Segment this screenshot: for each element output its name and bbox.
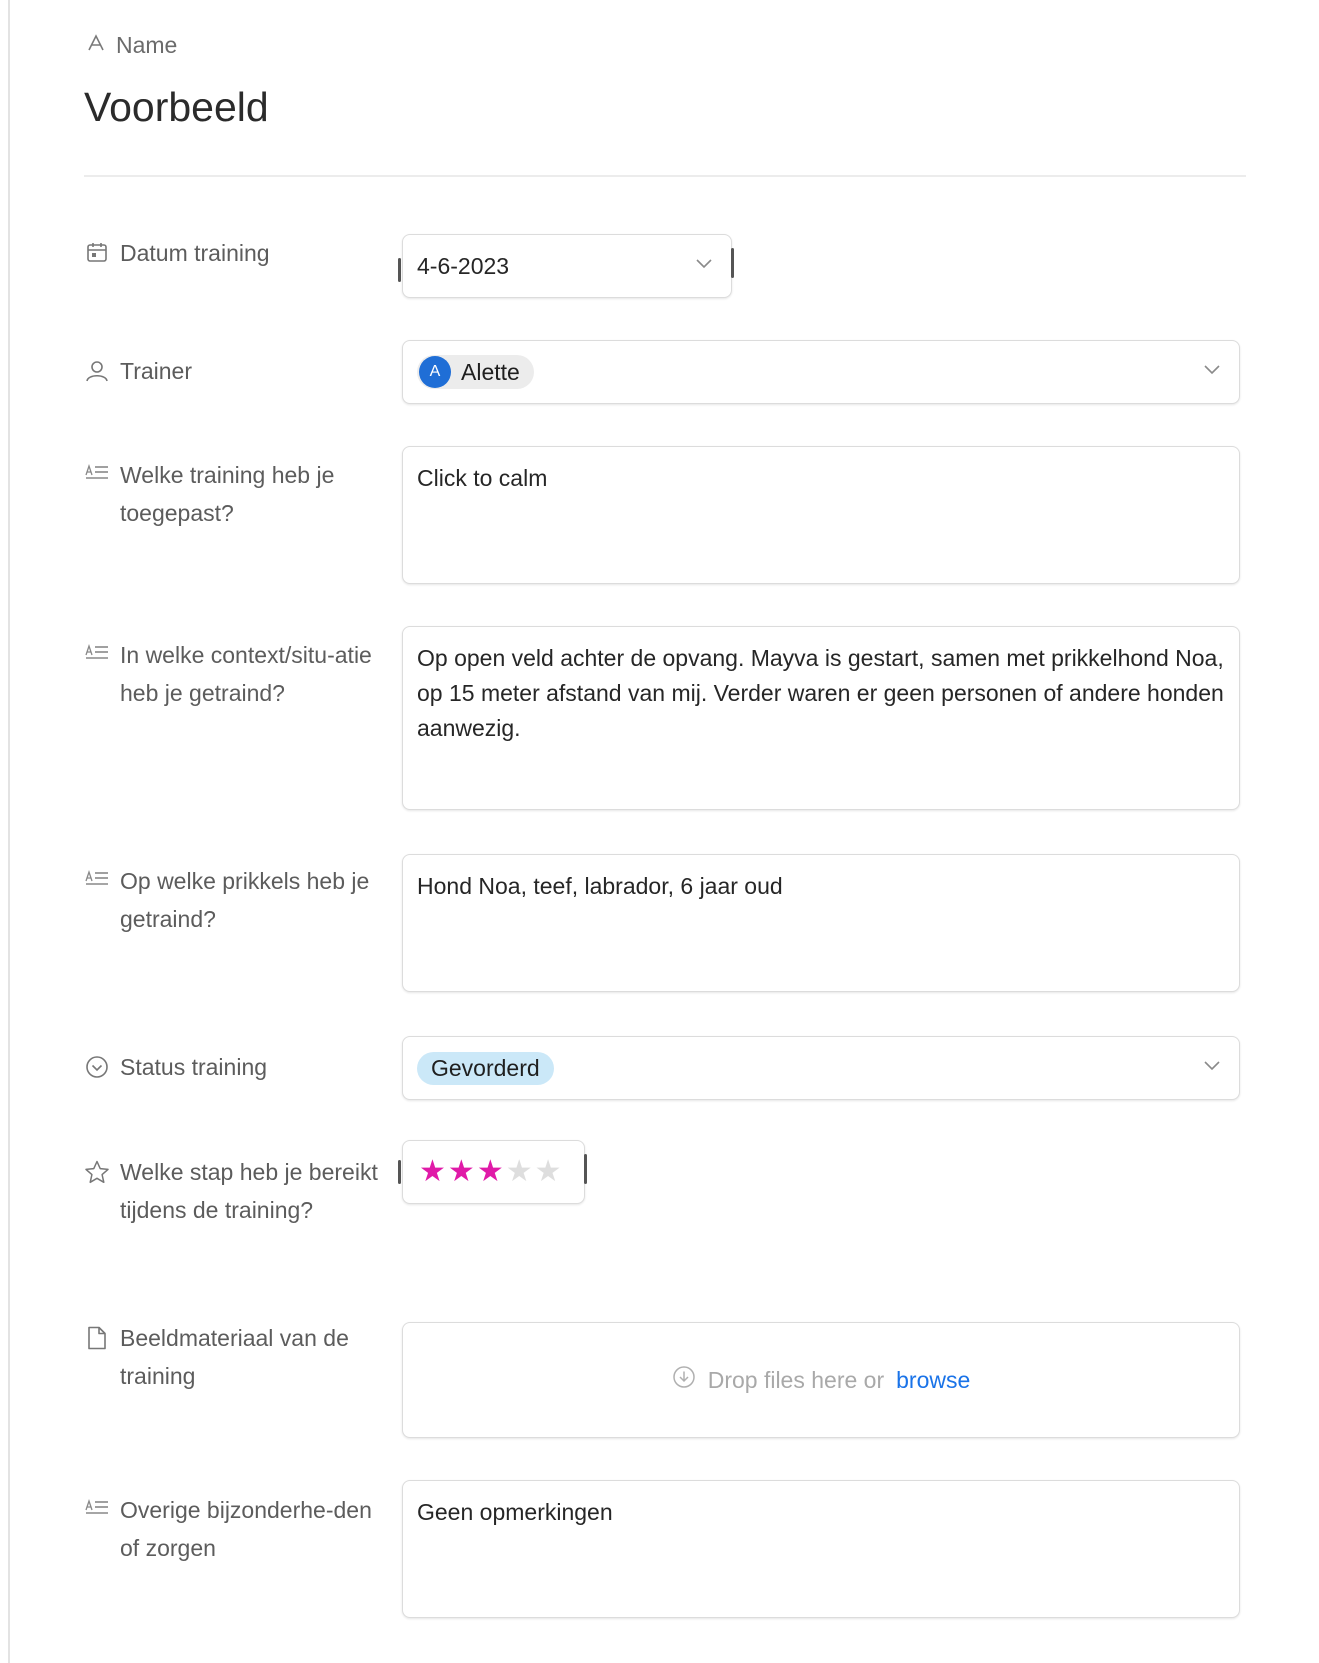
- rating-input[interactable]: ★ ★ ★ ★ ★: [402, 1140, 585, 1204]
- long-text-icon: [84, 862, 110, 938]
- other-label: Overige bijzonderhe-den of zorgen: [84, 1491, 384, 1567]
- name-field-label: Name: [86, 32, 177, 59]
- trainer-chip[interactable]: A Alette: [417, 355, 534, 389]
- status-label-text: Status training: [120, 1054, 268, 1080]
- star-outline-icon: [84, 1153, 110, 1229]
- rating-label: Welke stap heb je bereikt tijdens de tra…: [84, 1153, 384, 1229]
- status-select[interactable]: Gevorderd: [402, 1036, 1240, 1100]
- file-icon: [84, 1319, 110, 1395]
- training-applied-value: Click to calm: [417, 465, 548, 491]
- chevron-down-icon: [1203, 1059, 1221, 1077]
- media-label: Beeldmateriaal van de training: [84, 1319, 384, 1395]
- dropzone-content: Drop files here or browse: [403, 1323, 1239, 1437]
- other-label-text: Overige bijzonderhe-den of zorgen: [120, 1497, 372, 1561]
- long-text-icon: [84, 1491, 110, 1567]
- star-5-icon[interactable]: ★: [535, 1157, 562, 1187]
- date-value: 4-6-2023: [417, 252, 510, 279]
- status-circle-icon: [84, 1048, 110, 1086]
- chevron-down-icon: [695, 257, 713, 275]
- context-input[interactable]: Op open veld achter de opvang. Mayva is …: [402, 626, 1240, 810]
- other-value: Geen opmerkingen: [417, 1499, 613, 1525]
- avatar: A: [419, 356, 451, 388]
- browse-link[interactable]: browse: [896, 1367, 970, 1394]
- rating-edge-right: [584, 1154, 587, 1184]
- other-input[interactable]: Geen opmerkingen: [402, 1480, 1240, 1618]
- trainer-label: Trainer: [84, 352, 384, 390]
- left-border: [8, 0, 10, 1663]
- trainer-name: Alette: [461, 358, 520, 385]
- training-applied-label-text: Welke training heb je toegepast?: [120, 462, 335, 526]
- date-picker[interactable]: 4-6-2023: [402, 234, 732, 298]
- stimuli-input[interactable]: Hond Noa, teef, labrador, 6 jaar oud: [402, 854, 1240, 992]
- rating-edge-left: [398, 1160, 401, 1184]
- long-text-icon: [84, 456, 110, 532]
- date-edge-right: [731, 248, 734, 278]
- name-label-text: Name: [116, 32, 178, 58]
- status-label: Status training: [84, 1048, 384, 1086]
- training-applied-label: Welke training heb je toegepast?: [84, 456, 384, 532]
- long-text-icon: [84, 636, 110, 712]
- star-2-icon[interactable]: ★: [448, 1157, 475, 1187]
- stimuli-label: Op welke prikkels heb je getraind?: [84, 862, 384, 938]
- title-divider: [84, 175, 1246, 177]
- status-badge[interactable]: Gevorderd: [417, 1051, 554, 1085]
- date-label-text: Datum training: [120, 240, 270, 266]
- page-title[interactable]: Voorbeeld: [84, 84, 269, 131]
- star-4-icon[interactable]: ★: [506, 1157, 533, 1187]
- stimuli-value: Hond Noa, teef, labrador, 6 jaar oud: [417, 873, 783, 899]
- star-3-icon[interactable]: ★: [477, 1157, 504, 1187]
- star-rating[interactable]: ★ ★ ★ ★ ★: [403, 1141, 584, 1203]
- date-edge-left: [398, 258, 401, 282]
- star-1-icon[interactable]: ★: [419, 1157, 446, 1187]
- trainer-label-text: Trainer: [120, 358, 192, 384]
- context-label-text: In welke context/situ-atie heb je getrai…: [120, 642, 372, 706]
- rating-label-text: Welke stap heb je bereikt tijdens de tra…: [120, 1159, 378, 1223]
- text-type-icon: [86, 32, 106, 59]
- calendar-icon: [84, 234, 110, 272]
- context-label: In welke context/situ-atie heb je getrai…: [84, 636, 384, 712]
- file-dropzone[interactable]: Drop files here or browse: [402, 1322, 1240, 1438]
- training-applied-input[interactable]: Click to calm: [402, 446, 1240, 584]
- stimuli-label-text: Op welke prikkels heb je getraind?: [120, 868, 370, 932]
- media-label-text: Beeldmateriaal van de training: [120, 1325, 349, 1389]
- context-value: Op open veld achter de opvang. Mayva is …: [417, 645, 1224, 741]
- date-label: Datum training: [84, 234, 384, 272]
- drop-text: Drop files here or: [707, 1366, 885, 1393]
- chevron-down-icon: [1203, 363, 1221, 381]
- download-icon: [672, 1365, 696, 1395]
- person-icon: [84, 352, 110, 390]
- trainer-select[interactable]: A Alette: [402, 340, 1240, 404]
